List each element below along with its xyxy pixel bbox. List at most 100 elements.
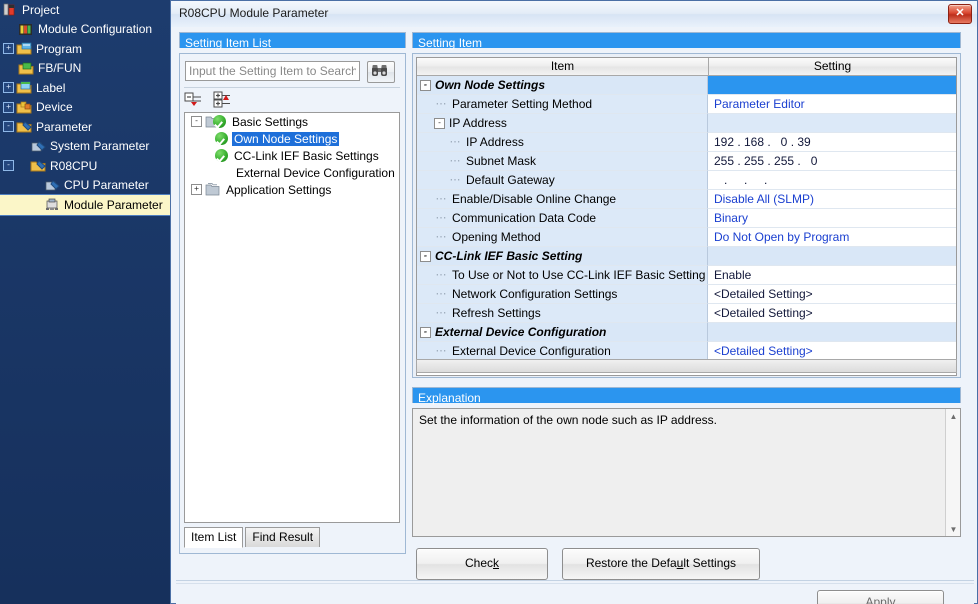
table-row[interactable]: - IP Address: [417, 114, 956, 133]
triangle-up-icon[interactable]: ▲: [946, 409, 960, 423]
table-row[interactable]: ⋯ Parameter Setting Method Parameter Edito…: [417, 95, 956, 114]
setting-item-grid: Item Setting - Own Node Settings ⋯ Paramete…: [412, 53, 961, 378]
grid-cell-setting-value: 192 . 168 . 0 . 39: [713, 135, 811, 149]
grid-cell-setting[interactable]: [707, 247, 956, 266]
project-tree-item-program[interactable]: + Program: [0, 39, 170, 59]
module-parameter-dialog: R08CPU Module Parameter ✕ Setting Item L…: [170, 0, 978, 604]
project-tree-item-label[interactable]: + Label: [0, 78, 170, 98]
parameter-file-icon: [45, 180, 60, 191]
setting-tree-item-cc-link-ief-basic-settings[interactable]: CC-Link IEF Basic Settings: [185, 147, 399, 164]
project-tree-item-label: Label: [36, 80, 66, 95]
grid-cell-setting[interactable]: [707, 76, 956, 95]
grid-cell-setting[interactable]: 255 . 255 . 255 . 0: [707, 152, 956, 171]
search-input[interactable]: [185, 61, 360, 81]
grid-cell-setting[interactable]: [707, 114, 956, 133]
project-tree-item-r08cpu[interactable]: - R08CPU: [0, 156, 170, 176]
project-tree-item-label: FB/FUN: [38, 61, 82, 76]
grid-cell-setting[interactable]: Enable: [707, 266, 956, 285]
row-expander-icon[interactable]: -: [420, 250, 431, 262]
tree-line-dots: ⋯: [435, 269, 447, 281]
restore-default-settings-button[interactable]: Restore the Default Settings: [562, 548, 760, 580]
grid-cell-item: ⋯ Subnet Mask: [417, 152, 708, 171]
close-icon[interactable]: ✕: [948, 4, 972, 24]
row-expander-icon[interactable]: -: [434, 117, 445, 129]
row-expander-icon[interactable]: -: [420, 79, 431, 91]
grid-horizontal-scrollbar[interactable]: [416, 359, 957, 373]
project-tree-item-device[interactable]: + Device: [0, 98, 170, 118]
triangle-down-icon[interactable]: ▼: [946, 522, 960, 536]
table-row[interactable]: ⋯ Default Gateway . . .: [417, 171, 956, 190]
table-row[interactable]: ⋯ Communication Data Code Binary: [417, 209, 956, 228]
grid-cell-setting[interactable]: . . .: [707, 171, 956, 190]
table-row[interactable]: ⋯ Enable/Disable Online Change Disable All…: [417, 190, 956, 209]
setting-tree-item-own-node-settings[interactable]: Own Node Settings: [185, 130, 399, 147]
tree-line-dots: ⋯: [449, 174, 461, 186]
setting-tree-item-label: CC-Link IEF Basic Settings: [234, 148, 379, 163]
grid-cell-item: - Own Node Settings: [417, 76, 708, 95]
project-tree-item-parameter[interactable]: - Parameter: [0, 117, 170, 137]
grid-cell-setting[interactable]: <Detailed Setting>: [707, 285, 956, 304]
search-row: [185, 61, 395, 83]
parameter-file-icon: [44, 178, 60, 193]
grid-cell-setting[interactable]: Parameter Editor: [707, 95, 956, 114]
table-row[interactable]: - External Device Configuration: [417, 323, 956, 342]
tab-item-list[interactable]: Item List: [184, 527, 244, 548]
tab-find-result[interactable]: Find Result: [245, 527, 321, 547]
tree-expander-icon[interactable]: +: [3, 101, 14, 113]
grid-cell-setting[interactable]: Binary: [707, 209, 956, 228]
table-row[interactable]: - Own Node Settings: [417, 76, 956, 95]
grid-cell-item-label: Default Gateway: [466, 173, 555, 187]
grid-cell-setting[interactable]: 192 . 168 . 0 . 39: [707, 133, 956, 152]
grid-cell-setting[interactable]: [707, 323, 956, 342]
tree-expander-icon[interactable]: -: [191, 116, 202, 127]
tree-expander-icon[interactable]: +: [3, 82, 14, 94]
table-row[interactable]: - CC-Link IEF Basic Setting: [417, 247, 956, 266]
grid-cell-setting[interactable]: <Detailed Setting>: [707, 304, 956, 323]
table-row[interactable]: ⋯ Subnet Mask 255 . 255 . 255 . 0: [417, 152, 956, 171]
grid-cell-item: ⋯ IP Address: [417, 133, 708, 152]
explanation-scrollbar[interactable]: ▲ ▼: [945, 409, 960, 536]
tree-toolbar: [184, 87, 400, 113]
tree-line-dots: ⋯: [435, 212, 447, 224]
setting-tree-item-basic-settings[interactable]: - Basic Settings: [185, 113, 399, 130]
check-button[interactable]: Check: [416, 548, 548, 580]
project-tree-item-module-configuration[interactable]: Module Configuration: [0, 20, 170, 40]
tree-expander-icon[interactable]: -: [3, 121, 14, 133]
grid-rows: - Own Node Settings ⋯ Parameter Setting Met…: [417, 76, 956, 361]
project-tree-item-fb-fun[interactable]: FB/FUN: [0, 59, 170, 79]
project-tree-item-module-parameter[interactable]: Module Parameter: [0, 195, 170, 215]
setting-item-tree[interactable]: - Basic Settings Own Node Settings CC-Link …: [184, 112, 400, 523]
grid-cell-item-label: Network Configuration Settings: [452, 287, 618, 301]
setting-item-list-caption: Setting Item List: [179, 32, 406, 50]
project-tree-item-label: Program: [36, 41, 83, 56]
module-parameter-icon: [44, 197, 60, 212]
tree-line-dots: ⋯: [435, 307, 447, 319]
grid-cell-setting[interactable]: Do Not Open by Program: [707, 228, 956, 247]
tree-expander-icon[interactable]: -: [3, 160, 14, 172]
tree-expander-icon[interactable]: +: [3, 43, 14, 55]
project-tree-item-project[interactable]: Project: [0, 0, 170, 20]
grid-cell-item: ⋯ Refresh Settings: [417, 304, 708, 323]
tree-line-dots: ⋯: [435, 98, 447, 110]
tree-line-dots: ⋯: [435, 345, 447, 357]
project-tree-item-system-parameter[interactable]: System Parameter: [0, 137, 170, 157]
table-row[interactable]: ⋯ Refresh Settings <Detailed Setting>: [417, 304, 956, 323]
module-config-icon: [19, 23, 32, 35]
table-row[interactable]: ⋯ To Use or Not to Use CC-Link IEF Basic …: [417, 266, 956, 285]
collapse-all-icon[interactable]: [184, 91, 204, 109]
expand-all-icon[interactable]: [213, 91, 233, 109]
row-expander-icon[interactable]: -: [420, 326, 431, 338]
explanation-text: Set the information of the own node such…: [419, 413, 717, 427]
table-row[interactable]: ⋯ Opening Method Do Not Open by Program: [417, 228, 956, 247]
table-row[interactable]: ⋯ Network Configuration Settings <Detailed…: [417, 285, 956, 304]
setting-tree-item-application-settings[interactable]: + Application Settings: [185, 181, 399, 198]
tree-expander-icon[interactable]: +: [191, 184, 202, 195]
project-tree-item-cpu-parameter[interactable]: CPU Parameter: [0, 176, 170, 196]
setting-tree-item-external-device-configuration[interactable]: External Device Configuration: [185, 164, 399, 181]
check-icon: [213, 115, 226, 128]
project-tree-item-label: CPU Parameter: [64, 178, 149, 193]
table-row[interactable]: ⋯ IP Address 192 . 168 . 0 . 39: [417, 133, 956, 152]
search-button[interactable]: [367, 61, 395, 83]
grid-cell-setting[interactable]: Disable All (SLMP): [707, 190, 956, 209]
apply-button[interactable]: Apply: [817, 590, 944, 604]
